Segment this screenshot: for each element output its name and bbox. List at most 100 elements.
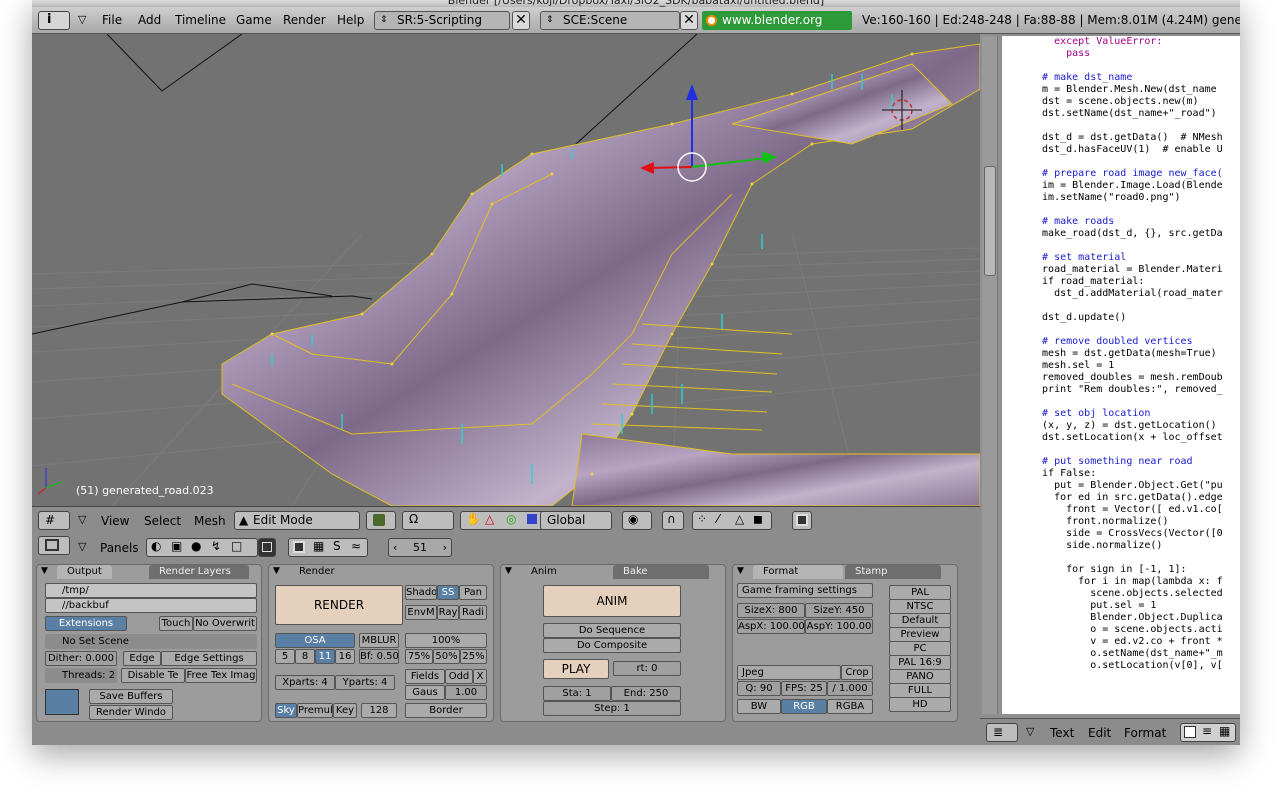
quality-field[interactable]: Q: 90 xyxy=(737,681,781,696)
key-button[interactable]: Key xyxy=(333,703,357,718)
game-framing-button[interactable]: Game framing settings xyxy=(737,583,873,598)
select-mode-buttons[interactable]: ⁘ ⁄ △ ◼ xyxy=(692,511,772,530)
menu-select[interactable]: Select xyxy=(144,514,181,528)
panel-collapse-icon[interactable]: ▼ xyxy=(273,566,280,576)
object-icon[interactable]: ▣ xyxy=(171,539,182,553)
play-button[interactable]: PLAY xyxy=(543,659,609,679)
fps-base-field[interactable]: / 1.000 xyxy=(827,681,873,696)
percent-75-button[interactable]: 75% xyxy=(405,649,433,664)
bw-button[interactable]: BW xyxy=(737,699,781,714)
orientation-selector[interactable]: Global xyxy=(540,511,612,530)
preset-hd[interactable]: HD xyxy=(889,697,951,712)
edge-select-icon[interactable]: ⁄ xyxy=(717,512,719,526)
fullscreen-icon[interactable] xyxy=(1184,726,1196,738)
scrollbar[interactable] xyxy=(982,36,998,714)
panel-collapse-icon[interactable]: ▼ xyxy=(737,566,744,576)
delete-screen-button[interactable]: ✕ xyxy=(512,11,530,30)
collapse-triangle-icon[interactable]: ▽ xyxy=(1026,725,1034,738)
arrow-right-icon[interactable]: › xyxy=(443,539,447,556)
osa-button[interactable]: OSA xyxy=(275,633,355,648)
shading-icon[interactable]: ◐ xyxy=(151,539,161,553)
preset-default[interactable]: Default xyxy=(889,613,951,628)
sizex-field[interactable]: SizeX: 800 xyxy=(737,603,805,618)
editor-type-menu[interactable]: # xyxy=(38,511,70,530)
x-button[interactable]: X xyxy=(473,669,487,684)
touch-button[interactable]: Touch xyxy=(159,616,193,631)
osa-8-button[interactable]: 8 xyxy=(295,649,315,664)
preset-full[interactable]: FULL xyxy=(889,683,951,698)
menu-timeline[interactable]: Timeline xyxy=(175,13,226,27)
do-composite-button[interactable]: Do Composite xyxy=(543,638,681,653)
backbuf-path-field[interactable]: //backbuf xyxy=(45,598,257,613)
tab-format[interactable]: Format xyxy=(753,565,843,579)
extensions-button[interactable]: Extensions xyxy=(45,616,127,631)
dither-field[interactable]: Dither: 0.000 xyxy=(45,651,117,666)
menu-game[interactable]: Game xyxy=(236,13,272,27)
render-window-menu[interactable]: Render Windo xyxy=(89,705,173,720)
pan-button[interactable]: Pan xyxy=(459,585,487,600)
mode-selector[interactable]: ▲ Edit Mode xyxy=(234,511,360,530)
code-view[interactable]: except ValueError: pass # make dst_name … xyxy=(1002,36,1240,714)
editing-icon[interactable]: □ xyxy=(231,539,242,553)
menu-mesh[interactable]: Mesh xyxy=(194,514,226,528)
aspy-field[interactable]: AspY: 100.00 xyxy=(805,619,873,634)
rgba-button[interactable]: RGBA xyxy=(827,699,873,714)
percent-25-button[interactable]: 25% xyxy=(460,649,487,664)
tab-render-layers[interactable]: Render Layers xyxy=(149,565,249,579)
fps-field[interactable]: FPS: 25 xyxy=(781,681,827,696)
screen-selector[interactable]: ⇕ SR:5-Scripting xyxy=(374,11,510,30)
line-numbers-icon[interactable]: ≡ xyxy=(1202,724,1212,738)
physics-icon[interactable]: ↯ xyxy=(211,539,221,553)
mblur-button[interactable]: MBLUR xyxy=(359,633,399,648)
collapse-triangle-icon[interactable]: ▽ xyxy=(78,13,86,26)
menu-render[interactable]: Render xyxy=(283,13,326,27)
ray-button[interactable]: Ray xyxy=(437,605,459,620)
radio-button[interactable]: Radi xyxy=(459,605,487,620)
render-context-buttons[interactable]: ▦ S ≈ xyxy=(288,538,368,557)
no-overwrite-button[interactable]: No Overwrit xyxy=(193,616,257,631)
osa-5-button[interactable]: 5 xyxy=(275,649,295,664)
collapse-triangle-icon[interactable]: ▽ xyxy=(78,540,86,553)
tab-anim[interactable]: Anim xyxy=(521,565,611,579)
shadow-button[interactable]: Shado xyxy=(405,585,437,600)
anim-icon[interactable]: ▦ xyxy=(313,539,324,553)
menu-view[interactable]: View xyxy=(101,514,129,528)
face-select-icon[interactable]: △ xyxy=(735,512,744,526)
menu-help[interactable]: Help xyxy=(337,13,364,27)
border-button[interactable]: Border xyxy=(405,703,487,718)
fields-button[interactable]: Fields xyxy=(405,669,445,684)
free-tex-images-button[interactable]: Free Tex Imag xyxy=(185,668,257,683)
tab-output[interactable]: Output xyxy=(57,565,112,579)
anim-button[interactable]: ANIM xyxy=(543,585,681,617)
aspx-field[interactable]: AspX: 100.00 xyxy=(737,619,805,634)
filter-size-field[interactable]: 1.00 xyxy=(445,685,487,700)
disable-tex-button[interactable]: Disable Te xyxy=(121,668,185,683)
tab-render[interactable]: Render xyxy=(289,565,345,579)
3d-viewport[interactable]: (51) generated_road.023 xyxy=(32,34,980,506)
editor-type-menu[interactable] xyxy=(38,536,70,555)
scrollbar-thumb[interactable] xyxy=(984,166,996,276)
render-buttons-icon[interactable] xyxy=(293,541,305,553)
snap-toggle[interactable]: ∩ xyxy=(662,511,684,530)
word-wrap-icon[interactable]: ▦ xyxy=(1219,724,1230,738)
edge-button[interactable]: Edge xyxy=(123,651,161,666)
percent-100-button[interactable]: 100% xyxy=(405,633,487,648)
gauss-filter-menu[interactable]: Gaus xyxy=(405,685,445,700)
rt-field[interactable]: rt: 0 xyxy=(613,661,681,676)
tab-bake[interactable]: Bake xyxy=(613,565,709,579)
bf-field[interactable]: Bf: 0.50 xyxy=(359,649,399,664)
sizey-field[interactable]: SizeY: 450 xyxy=(805,603,873,618)
preset-preview[interactable]: Preview xyxy=(889,627,951,642)
vertex-select-icon[interactable]: ⁘ xyxy=(697,512,707,526)
preset-pc[interactable]: PC xyxy=(889,641,951,656)
premul-button[interactable]: Premul xyxy=(297,703,333,718)
step-field[interactable]: Step: 1 xyxy=(543,701,681,716)
delete-scene-button[interactable]: ✕ xyxy=(680,11,698,30)
threads-field[interactable]: Threads: 2 xyxy=(45,668,117,683)
preset-pal[interactable]: PAL xyxy=(889,585,951,600)
scene-selector[interactable]: ⇕ SCE:Scene xyxy=(540,11,680,30)
menu-edit[interactable]: Edit xyxy=(1088,726,1111,740)
ss-button[interactable]: SS xyxy=(437,585,459,600)
blender-org-link[interactable]: www.blender.org 249.2 xyxy=(702,11,852,46)
editor-type-menu[interactable]: ≣ xyxy=(986,723,1018,742)
